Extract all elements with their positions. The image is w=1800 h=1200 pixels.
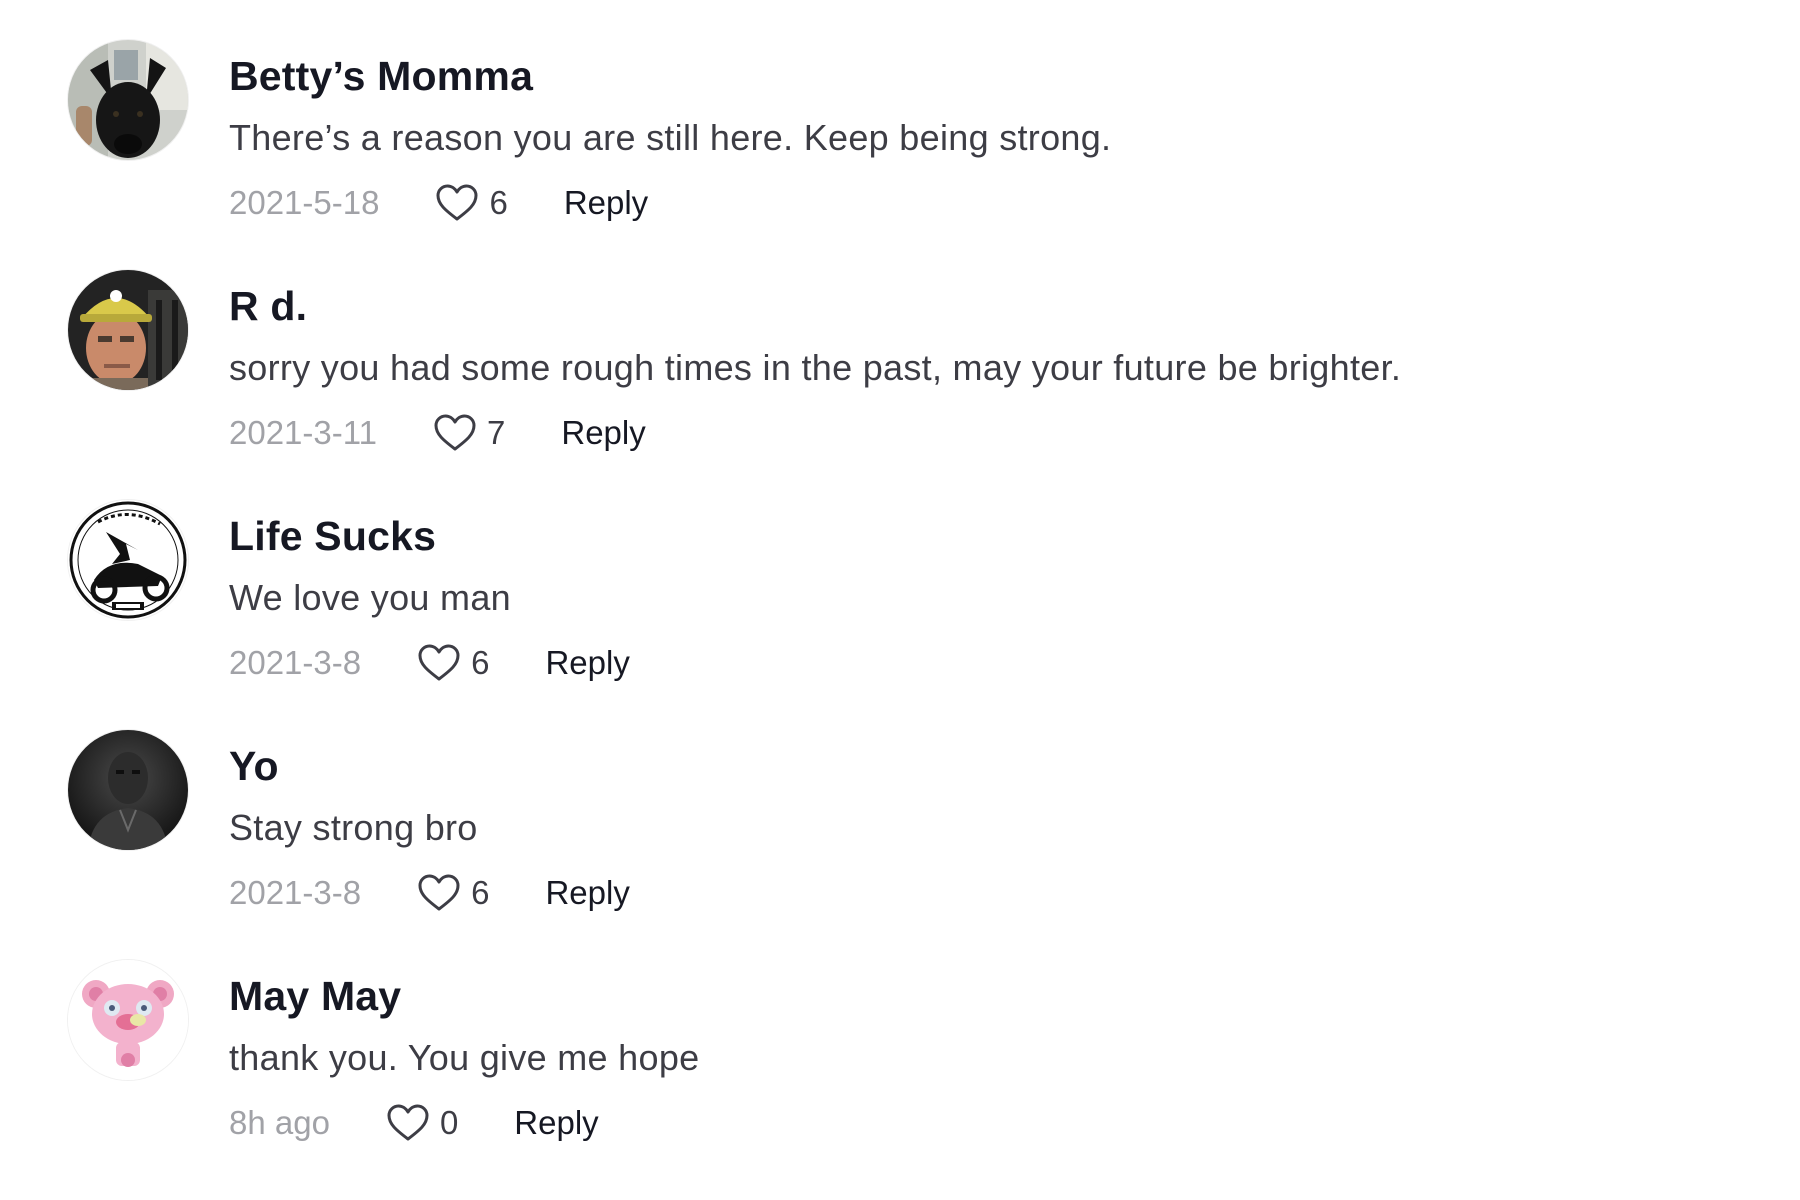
- reply-button[interactable]: Reply: [561, 414, 645, 452]
- like-button[interactable]: 6: [435, 183, 508, 223]
- heart-icon: [418, 874, 460, 911]
- comment-meta: 2021-3-11 7 Reply: [229, 410, 646, 456]
- comment-item: Life Sucks We love you man 2021-3-8 6 Re…: [68, 500, 1748, 681]
- reply-button[interactable]: Reply: [545, 874, 629, 912]
- comment-author[interactable]: Betty’s Momma: [229, 53, 533, 100]
- reply-button[interactable]: Reply: [545, 644, 629, 682]
- avatar-man-hardhat-icon: [68, 270, 188, 390]
- avatar[interactable]: [68, 40, 188, 160]
- comment-text: sorry you had some rough times in the pa…: [229, 347, 1402, 388]
- comment-meta: 2021-3-8 6 Reply: [229, 870, 630, 916]
- like-count: 6: [471, 874, 490, 911]
- heart-icon: [387, 1104, 429, 1141]
- comment-author[interactable]: Life Sucks: [229, 513, 436, 560]
- heart-icon: [418, 644, 460, 681]
- comment-item: R d. sorry you had some rough times in t…: [68, 270, 1748, 451]
- comment-item: May May thank you. You give me hope 8h a…: [68, 960, 1748, 1141]
- like-button[interactable]: 6: [417, 873, 489, 913]
- comment-meta: 8h ago 0 Reply: [229, 1100, 599, 1146]
- avatar-dark-portrait-icon: [68, 730, 188, 850]
- avatar-motorcycle-logo-icon: [68, 500, 188, 620]
- like-button[interactable]: 7: [433, 413, 505, 453]
- comment-meta: 2021-5-18 6 Reply: [229, 180, 648, 226]
- heart-icon: [434, 414, 476, 451]
- comment-date: 2021-3-11: [229, 414, 378, 451]
- comment-author[interactable]: Yo: [229, 743, 279, 790]
- avatar[interactable]: [68, 270, 188, 390]
- like-count: 6: [489, 184, 508, 221]
- like-button[interactable]: 0: [386, 1103, 458, 1143]
- like-button[interactable]: 6: [417, 643, 489, 683]
- comment-date: 2021-3-8: [229, 874, 362, 911]
- comment-text: thank you. You give me hope: [229, 1037, 700, 1078]
- avatar-pink-bear-icon: [68, 960, 188, 1080]
- comment-date: 2021-5-18: [229, 184, 380, 221]
- comment-meta: 2021-3-8 6 Reply: [229, 640, 630, 686]
- comment-text: There’s a reason you are still here. Kee…: [229, 117, 1112, 158]
- comment-date: 8h ago: [229, 1104, 330, 1141]
- reply-button[interactable]: Reply: [564, 184, 648, 222]
- avatar[interactable]: [68, 960, 188, 1080]
- like-count: 6: [471, 644, 490, 681]
- comment-text: We love you man: [229, 577, 511, 618]
- like-count: 7: [487, 414, 506, 451]
- heart-icon: [436, 184, 478, 221]
- comment-text: Stay strong bro: [229, 807, 478, 848]
- comment-author[interactable]: May May: [229, 973, 401, 1020]
- comment-item: Yo Stay strong bro 2021-3-8 6 Reply: [68, 730, 1748, 911]
- comment-date: 2021-3-8: [229, 644, 362, 681]
- reply-button[interactable]: Reply: [514, 1104, 598, 1142]
- comment-item: Betty’s Momma There’s a reason you are s…: [68, 40, 1748, 221]
- comment-author[interactable]: R d.: [229, 283, 307, 330]
- avatar-black-dog-icon: [68, 40, 188, 160]
- avatar[interactable]: [68, 730, 188, 850]
- like-count: 0: [439, 1104, 459, 1141]
- avatar[interactable]: [68, 500, 188, 620]
